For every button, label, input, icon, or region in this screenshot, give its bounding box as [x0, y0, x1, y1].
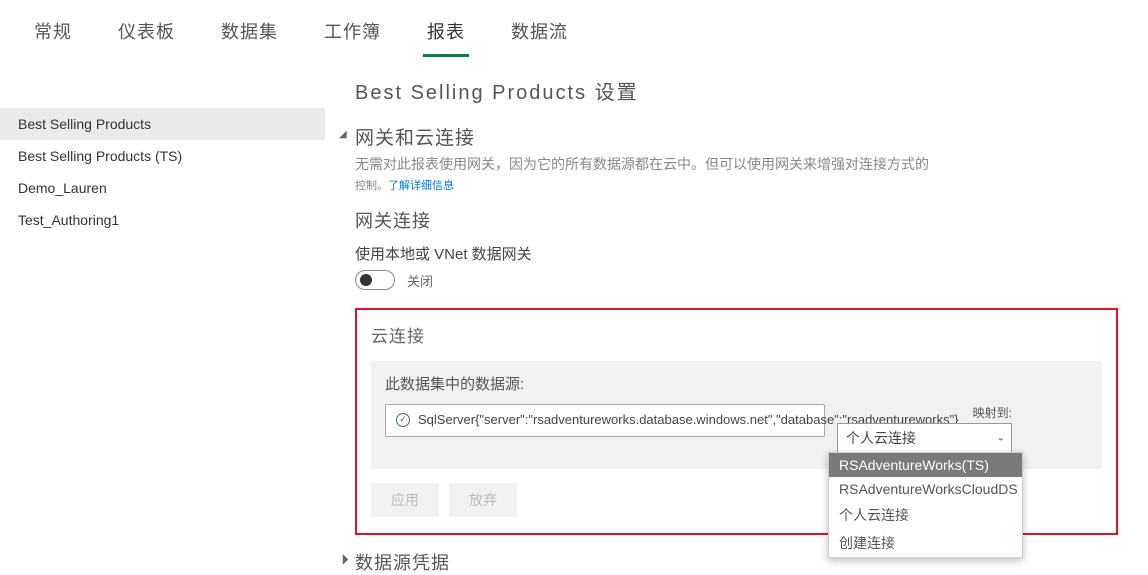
discard-button[interactable]: 放弃 — [449, 483, 517, 517]
top-tabs: 常规 仪表板 数据集 工作簿 报表 数据流 — [0, 0, 1148, 58]
map-to-select[interactable]: 个人云连接 ⌄ RSAdventureWorks(TS) RSAdventure… — [837, 423, 1012, 453]
map-to-dropdown: RSAdventureWorks(TS) RSAdventureWorksClo… — [828, 452, 1023, 558]
cloud-connection-heading: 云连接 — [371, 322, 1102, 347]
gateway-toggle[interactable] — [355, 270, 395, 290]
status-ok-icon: ✓ — [396, 413, 410, 427]
datasource-box: ✓ SqlServer{"server":"rsadventureworks.d… — [385, 404, 825, 437]
learn-more-link[interactable]: 了解详细信息 — [388, 180, 454, 192]
chevron-down-icon: ⌄ — [997, 433, 1005, 444]
dropdown-item-create-connection[interactable]: 创建连接 — [829, 529, 1022, 557]
gateway-toggle-state: 关闭 — [407, 271, 433, 290]
map-to-label: 映射到: — [837, 404, 1012, 421]
dropdown-item-rsadventureworks-ts[interactable]: RSAdventureWorks(TS) — [829, 453, 1022, 477]
gateway-section-heading: 网关和云连接 — [355, 123, 1118, 150]
tab-datasets[interactable]: 数据集 — [217, 12, 282, 57]
dropdown-item-rsadventureworks-cloudds[interactable]: RSAdventureWorksCloudDS — [829, 477, 1022, 501]
gateway-toggle-label: 使用本地或 VNet 数据网关 — [355, 243, 1118, 264]
gateway-connection-heading: 网关连接 — [355, 207, 1118, 233]
apply-button[interactable]: 应用 — [371, 483, 439, 517]
datasource-panel-title: 此数据集中的数据源: — [385, 373, 1088, 394]
collapse-caret-icon[interactable]: ◢ — [336, 553, 349, 566]
tab-dashboards[interactable]: 仪表板 — [114, 12, 179, 57]
sidebar-item-best-selling-products-ts[interactable]: Best Selling Products (TS) — [0, 140, 325, 172]
sidebar: Best Selling Products Best Selling Produ… — [0, 58, 325, 557]
tab-dataflows[interactable]: 数据流 — [507, 12, 572, 57]
sidebar-item-demo-lauren[interactable]: Demo_Lauren — [0, 172, 325, 204]
collapse-caret-icon[interactable]: ◢ — [339, 129, 347, 140]
tab-general[interactable]: 常规 — [30, 12, 76, 57]
toggle-knob-icon — [360, 274, 372, 286]
map-to-selected-value: 个人云连接 — [846, 430, 916, 446]
page-title: Best Selling Products 设置 — [355, 76, 1118, 105]
gateway-description: 无需对此报表使用网关，因为它的所有数据源都在云中。但可以使用网关来增强对连接方式… — [355, 154, 1118, 175]
dropdown-item-personal-cloud[interactable]: 个人云连接 — [829, 501, 1022, 529]
sidebar-item-test-authoring1[interactable]: Test_Authoring1 — [0, 204, 325, 236]
tab-workbooks[interactable]: 工作簿 — [320, 12, 385, 57]
gateway-description-cont: 控制。 — [355, 180, 388, 192]
cloud-connection-highlight: 云连接 此数据集中的数据源: ✓ SqlServer{"server":"rsa… — [355, 308, 1118, 535]
sidebar-item-best-selling-products[interactable]: Best Selling Products — [0, 108, 325, 140]
datasource-panel: 此数据集中的数据源: ✓ SqlServer{"server":"rsadven… — [371, 361, 1102, 469]
main-panel: Best Selling Products 设置 ◢ 网关和云连接 无需对此报表… — [325, 58, 1148, 557]
tab-reports[interactable]: 报表 — [423, 12, 469, 57]
